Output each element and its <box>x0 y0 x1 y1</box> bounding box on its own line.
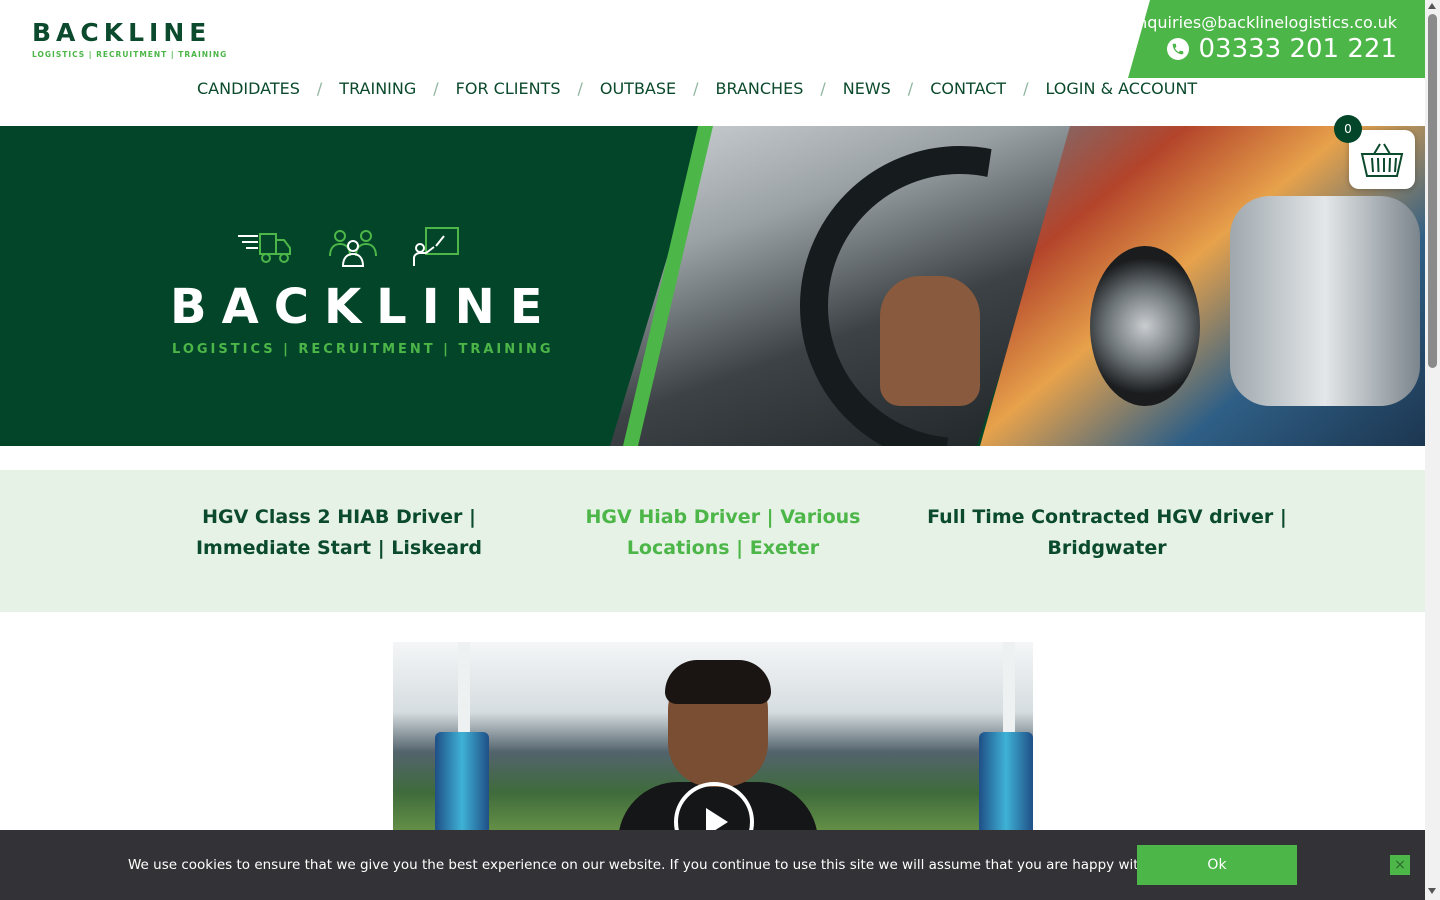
nav-item-branches[interactable]: BRANCHES <box>699 79 821 98</box>
cookie-ok-button[interactable]: Ok <box>1137 845 1297 885</box>
nav-item-training[interactable]: TRAINING <box>322 79 433 98</box>
video-player[interactable] <box>393 642 1033 842</box>
job-link[interactable]: Full Time Contracted HGV driver | Bridgw… <box>915 502 1299 564</box>
logo-wordmark: BACKLINE <box>32 18 212 47</box>
page-scrollbar[interactable] <box>1425 0 1440 900</box>
job-link[interactable]: HGV Class 2 HIAB Driver | Immediate Star… <box>147 502 531 564</box>
scroll-up-arrow-icon[interactable] <box>1428 3 1436 9</box>
basket-icon <box>1360 142 1404 177</box>
jobs-strip: HGV Class 2 HIAB Driver | Immediate Star… <box>0 470 1425 612</box>
contact-phone-link[interactable]: 03333 201 221 <box>1166 34 1398 64</box>
logo-tagline: LOGISTICS | RECRUITMENT | TRAINING <box>32 50 228 59</box>
player-hair <box>665 660 771 704</box>
nav-item-news[interactable]: NEWS <box>826 79 908 98</box>
phone-number: 03333 201 221 <box>1198 34 1398 64</box>
cookie-banner: We use cookies to ensure that we give yo… <box>0 830 1425 900</box>
nav-item-contact[interactable]: CONTACT <box>913 79 1023 98</box>
scroll-thumb[interactable] <box>1428 14 1437 368</box>
job-link-active[interactable]: HGV Hiab Driver | Various Locations | Ex… <box>531 502 915 564</box>
phone-icon <box>1166 38 1189 60</box>
hero-banner: BACKLINE LOGISTICS | RECRUITMENT | TRAIN… <box>0 126 1425 446</box>
truck-tank-shape <box>1230 196 1420 406</box>
scroll-down-arrow-icon[interactable] <box>1428 888 1436 894</box>
hero-subtitle: LOGISTICS | RECRUITMENT | TRAINING <box>172 342 554 357</box>
basket-button[interactable] <box>1349 130 1415 189</box>
hero-icons <box>236 226 460 272</box>
nav-item-candidates[interactable]: CANDIDATES <box>180 79 317 98</box>
close-icon[interactable]: × <box>1390 855 1410 875</box>
basket-count-badge: 0 <box>1334 115 1362 143</box>
presentation-icon <box>412 226 460 272</box>
site-logo[interactable]: BACKLINE LOGISTICS | RECRUITMENT | TRAIN… <box>32 18 228 59</box>
main-nav: CANDIDATES / TRAINING / FOR CLIENTS / OU… <box>180 76 1214 100</box>
nav-item-for-clients[interactable]: FOR CLIENTS <box>439 79 578 98</box>
contact-email-link[interactable]: enquiries@backlinelogistics.co.uk <box>1128 13 1397 32</box>
post-pad <box>435 732 489 842</box>
contact-box: enquiries@backlinelogistics.co.uk 03333 … <box>1128 0 1425 78</box>
nav-item-outbase[interactable]: OUTBASE <box>583 79 693 98</box>
post-pad <box>979 732 1033 842</box>
cookie-message: We use cookies to ensure that we give yo… <box>128 857 1165 873</box>
nav-item-login-account[interactable]: LOGIN & ACCOUNT <box>1028 79 1214 98</box>
driver-hand-shape <box>880 276 980 406</box>
hero-title: BACKLINE <box>170 279 558 335</box>
truck-icon <box>236 226 294 272</box>
truck-wheel-shape <box>1090 246 1200 406</box>
people-icon <box>328 226 378 272</box>
